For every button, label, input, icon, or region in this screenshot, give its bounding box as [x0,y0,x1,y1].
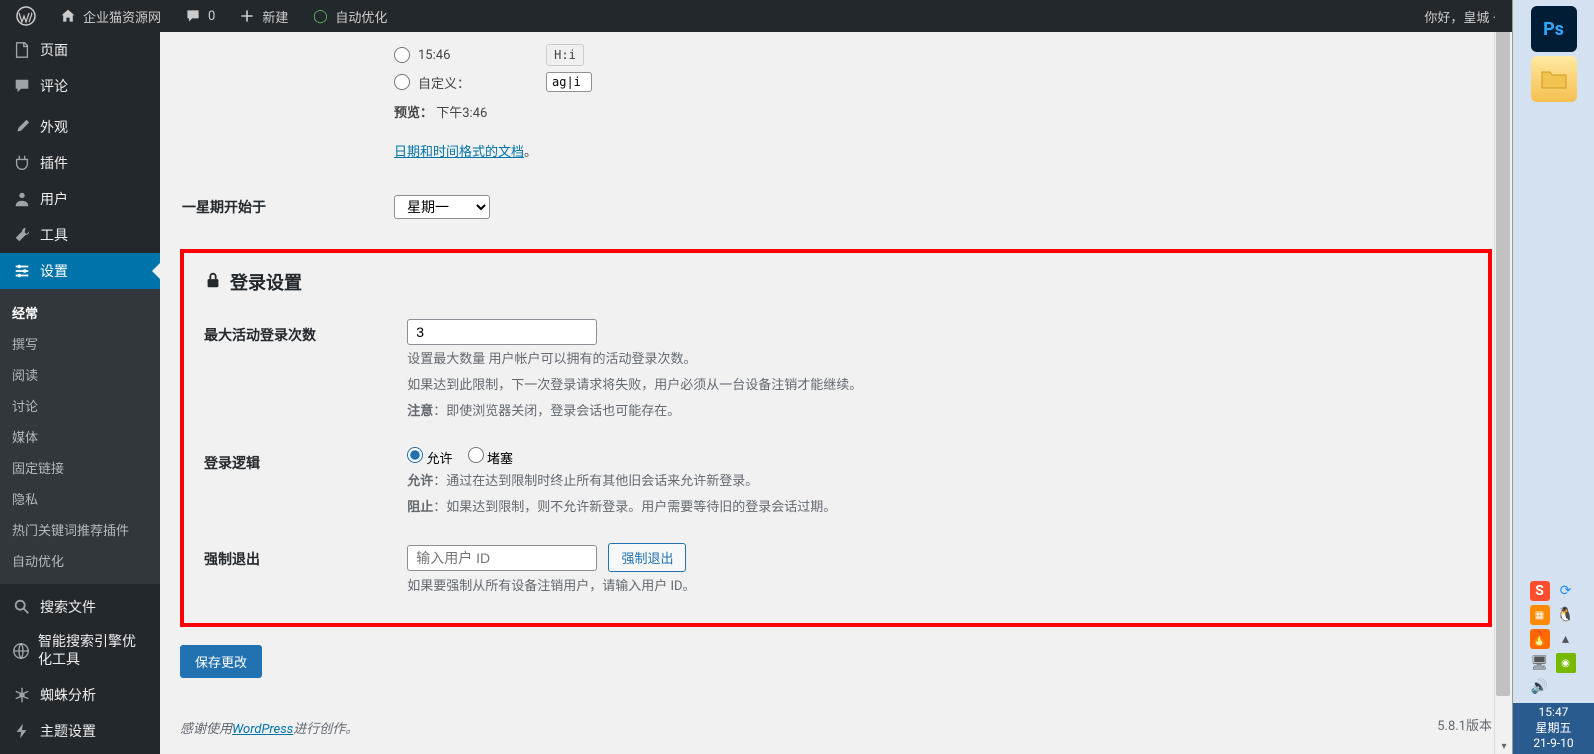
submenu-media[interactable]: 媒体 [0,421,160,452]
tray-sogou-icon[interactable]: S [1530,581,1550,601]
submenu-privacy[interactable]: 隐私 [0,483,160,514]
force-logout-desc: 如果要强制从所有设备注销用户，请输入用户 ID。 [407,576,1451,598]
submenu-writing[interactable]: 撰写 [0,328,160,359]
time-format-1546-radio[interactable] [394,47,410,63]
lock-icon [204,271,222,294]
status-circle-icon: ◯ [310,6,330,26]
login-logic-allow-radio[interactable] [407,447,423,463]
tray-nvidia-icon[interactable]: ◉ [1556,653,1576,673]
week-start-label: 一星期开始于 [182,177,382,237]
login-logic-block-radio[interactable] [468,447,484,463]
tray-shield-icon[interactable]: 🔥 [1530,629,1550,649]
submenu-auto-optimize[interactable]: 自动优化 [0,545,160,576]
windows-taskbar: Ps S ⟳ ▦ 🐧 🔥 ▴ 🖥 ◉ 🔊 15:47 星期五 21-9-10 [1512,0,1594,754]
menu-settings[interactable]: 设置 [0,253,160,289]
force-logout-label: 强制退出 [204,543,404,569]
force-logout-input[interactable] [407,545,597,571]
menu-theme-settings[interactable]: 主题设置 [0,713,160,749]
menu-comments[interactable]: 评论 [0,68,160,104]
menu-search-files[interactable]: 搜索文件 [0,589,160,625]
spider-icon [12,685,32,705]
preview-label: 预览： [394,106,433,121]
scroll-thumb[interactable] [1496,16,1510,696]
new-content-link[interactable]: 新建 [229,0,296,32]
tray-arrow-icon[interactable]: ▴ [1556,629,1576,649]
submenu-reading[interactable]: 阅读 [0,359,160,390]
admin-toolbar: 企业猫资源网 0 新建 ◯ 自动优化 你好，皇城 · [0,0,1512,32]
tray-volume-icon[interactable]: 🔊 [1530,677,1550,697]
new-label: 新建 [262,7,288,26]
time-format-custom-label: 自定义： [418,73,538,92]
wp-version: 5.8.1版本 [1437,715,1492,734]
user-greeting[interactable]: 你好，皇城 · [1416,7,1504,26]
auto-optimize-label: 自动优化 [335,7,387,26]
system-tray: S ⟳ ▦ 🐧 🔥 ▴ 🖥 ◉ 🔊 [1524,575,1584,703]
globe-icon [12,641,30,661]
time-format-hi-code: H:i [546,44,584,66]
scrollbar[interactable]: ▴ ▾ [1494,0,1512,754]
comments-link[interactable]: 0 [175,0,223,32]
menu-users[interactable]: 用户 [0,181,160,217]
menu-seo-tool[interactable]: 智能搜索引擎优化工具 [0,625,160,677]
time-format-custom-radio[interactable] [394,74,410,90]
bolt-icon [12,721,32,741]
site-home-link[interactable]: 企业猫资源网 [50,0,169,32]
save-changes-button[interactable]: 保存更改 [180,645,262,678]
admin-sidebar: 页面 评论 外观 插件 用户 工具 设置 经常 撰写 阅读 [0,32,160,754]
home-icon [58,6,78,26]
comment-icon [12,76,32,96]
max-logins-desc2: 如果达到此限制，下一次登录请求将失败，用户必须从一台设备注销才能继续。 [407,375,1451,397]
menu-collapse[interactable]: 收起菜单 [0,749,160,754]
plug-icon [12,153,32,173]
menu-plugins[interactable]: 插件 [0,145,160,181]
user-icon [12,189,32,209]
sliders-icon [12,261,32,281]
footer-credit: 感谢使用WordPress进行创作。 [180,718,1492,737]
wp-logo[interactable] [8,0,44,32]
tray-monitor-icon[interactable]: 🖥 [1530,653,1550,673]
max-logins-input[interactable] [407,319,597,345]
tray-sync-icon[interactable]: ⟳ [1556,581,1576,601]
tray-calendar-icon[interactable]: ▦ [1530,605,1550,625]
login-settings-section: 登录设置 最大活动登录次数 设置最大数量 用户帐户可以拥有的活动登录次数。 如果… [180,249,1492,627]
wordpress-icon [16,6,36,26]
max-logins-label: 最大活动登录次数 [204,319,404,345]
auto-optimize-link[interactable]: ◯ 自动优化 [302,0,395,32]
week-start-select[interactable]: 星期一 [394,195,490,219]
tray-qq-icon[interactable]: 🐧 [1556,605,1576,625]
datetime-docs-link[interactable]: 日期和时间格式的文档 [394,145,524,160]
comments-count: 0 [208,9,215,24]
preview-value: 下午3:46 [436,106,487,121]
time-format-custom-input[interactable] [546,72,592,92]
comment-icon [183,6,203,26]
login-settings-title: 登录设置 [230,269,302,295]
page-icon [12,40,32,60]
submenu-hot-keywords[interactable]: 热门关键词推荐插件 [0,514,160,545]
folder-app-icon[interactable] [1531,56,1577,102]
submenu-general[interactable]: 经常 [0,297,160,328]
login-logic-label: 登录逻辑 [204,447,404,473]
photoshop-app-icon[interactable]: Ps [1531,6,1577,52]
search-icon [12,597,32,617]
submenu-permalinks[interactable]: 固定链接 [0,452,160,483]
force-logout-button[interactable]: 强制退出 [608,543,686,572]
submenu-discussion[interactable]: 讨论 [0,390,160,421]
settings-submenu: 经常 撰写 阅读 讨论 媒体 固定链接 隐私 热门关键词推荐插件 自动优化 [0,289,160,584]
site-name: 企业猫资源网 [83,7,161,26]
taskbar-clock[interactable]: 15:47 星期五 21-9-10 [1513,703,1594,754]
main-content: 15:46 H:i 自定义： 预览： 下午3:46 日期和时间格式的文档。 [160,32,1512,754]
menu-spider-analysis[interactable]: 蜘蛛分析 [0,677,160,713]
wrench-icon [12,225,32,245]
menu-appearance[interactable]: 外观 [0,109,160,145]
scroll-down-icon[interactable]: ▾ [1495,738,1513,754]
max-logins-desc1: 设置最大数量 用户帐户可以拥有的活动登录次数。 [407,349,1451,371]
menu-pages[interactable]: 页面 [0,32,160,68]
plus-icon [237,6,257,26]
brush-icon [12,117,32,137]
time-format-1546-label: 15:46 [418,48,538,63]
menu-tools[interactable]: 工具 [0,217,160,253]
wordpress-link[interactable]: WordPress [232,722,293,737]
